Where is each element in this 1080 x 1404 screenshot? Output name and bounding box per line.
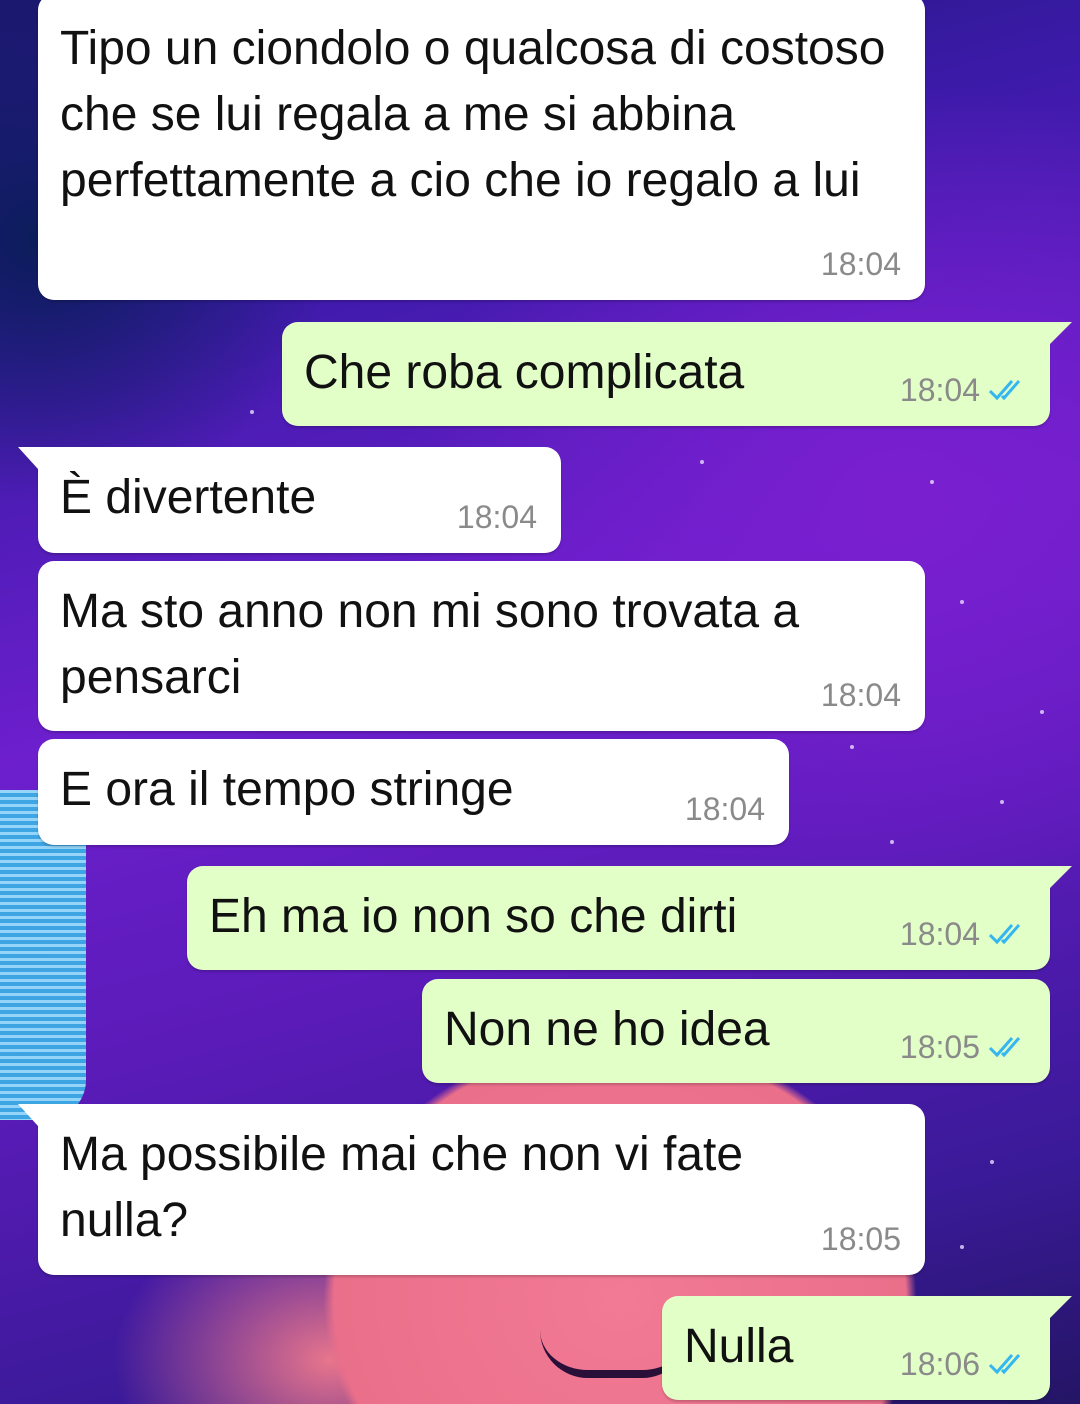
message-meta: 18:06 — [900, 1346, 1026, 1382]
message-text: È divertente — [60, 471, 317, 524]
wallpaper-star — [1000, 800, 1004, 804]
message-time: 18:04 — [899, 372, 980, 408]
wallpaper-star — [700, 460, 704, 464]
wallpaper-star — [990, 1160, 994, 1164]
message-time: 18:06 — [899, 1346, 980, 1382]
read-double-check-icon — [988, 1037, 1021, 1058]
read-double-check-icon — [988, 924, 1021, 945]
message-text: Non ne ho idea — [444, 1003, 770, 1056]
message-time: 18:04 — [820, 246, 901, 282]
read-double-check-icon — [988, 1354, 1021, 1375]
message-time: 18:05 — [820, 1221, 901, 1257]
message-bubble-incoming[interactable]: Tipo un ciondolo o qualcosa di costoso c… — [38, 0, 925, 300]
message-meta: 18:04 — [821, 677, 901, 713]
message-text: Che roba complicata — [304, 346, 745, 399]
message-text: Ma possibile mai che non vi fate nulla? — [60, 1128, 757, 1247]
message-text: Ma sto anno non mi sono trovata a pensar… — [60, 585, 813, 704]
message-bubble-incoming[interactable]: Ma possibile mai che non vi fate nulla? … — [18, 1104, 925, 1275]
message-bubble-incoming[interactable]: E ora il tempo stringe 18:04 — [38, 739, 789, 845]
message-meta: 18:04 — [685, 791, 765, 827]
message-text: Eh ma io non so che dirti — [209, 890, 738, 943]
message-text: Nulla — [684, 1320, 794, 1373]
wallpaper-star — [890, 840, 894, 844]
message-bubble-outgoing[interactable]: Nulla 18:06 — [662, 1296, 1072, 1400]
message-bubble-outgoing[interactable]: Eh ma io non so che dirti 18:04 — [187, 866, 1072, 970]
message-meta: 18:04 — [457, 499, 537, 535]
message-bubble-incoming[interactable]: Ma sto anno non mi sono trovata a pensar… — [38, 561, 925, 731]
wallpaper-star — [250, 410, 254, 414]
wallpaper-star — [960, 600, 964, 604]
message-time: 18:04 — [456, 499, 537, 535]
message-bubble-outgoing[interactable]: Che roba complicata 18:04 — [282, 322, 1072, 426]
message-time: 18:05 — [899, 1029, 980, 1065]
message-time: 18:04 — [899, 916, 980, 952]
message-meta: 18:04 — [900, 372, 1026, 408]
message-meta: 18:04 — [821, 246, 901, 282]
message-text: E ora il tempo stringe — [60, 763, 514, 816]
message-meta: 18:05 — [900, 1029, 1026, 1065]
message-time: 18:04 — [684, 791, 765, 827]
message-bubble-outgoing[interactable]: Non ne ho idea 18:05 — [422, 979, 1050, 1083]
message-text: Tipo un ciondolo o qualcosa di costoso c… — [60, 22, 899, 207]
message-bubble-incoming[interactable]: È divertente 18:04 — [18, 447, 561, 553]
wallpaper-star — [930, 480, 934, 484]
message-meta: 18:04 — [900, 916, 1026, 952]
read-double-check-icon — [988, 380, 1021, 401]
wallpaper-star — [1040, 710, 1044, 714]
wallpaper-star — [850, 745, 854, 749]
message-time: 18:04 — [820, 677, 901, 713]
wallpaper-star — [960, 1245, 964, 1249]
message-meta: 18:05 — [821, 1221, 901, 1257]
